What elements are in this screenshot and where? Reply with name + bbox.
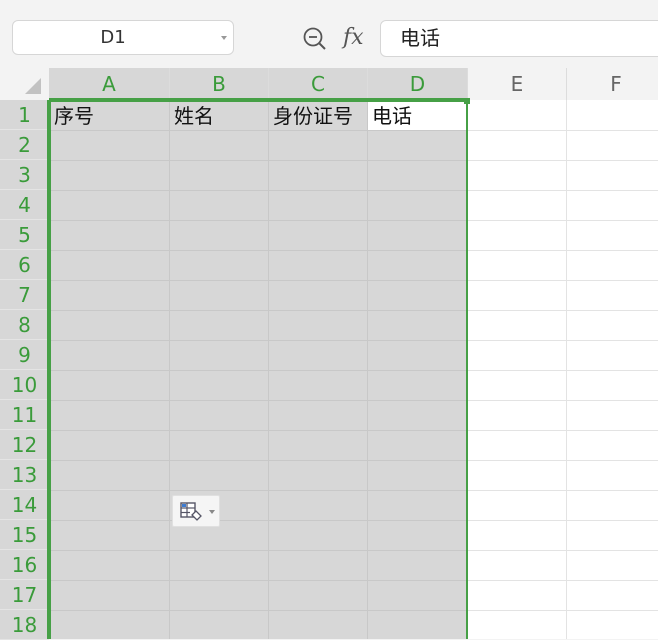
column-header-a[interactable]: A: [49, 68, 170, 100]
row-header-12[interactable]: 12: [0, 430, 49, 460]
row-header-5[interactable]: 5: [0, 220, 49, 250]
row-header-8[interactable]: 8: [0, 310, 49, 340]
fx-icon[interactable]: fx: [343, 22, 369, 54]
formula-value: 电话: [400, 26, 440, 50]
paste-options-button[interactable]: [172, 495, 220, 527]
paste-options-icon: [180, 502, 202, 521]
select-all-corner[interactable]: [0, 68, 49, 100]
row-header-4[interactable]: 4: [0, 190, 49, 220]
zoom-out-icon[interactable]: [302, 26, 328, 52]
row-header-14[interactable]: 14: [0, 490, 49, 520]
column-header-d[interactable]: D: [368, 68, 468, 100]
formula-bar: D1 fx 电话: [0, 0, 658, 68]
row-header-15[interactable]: 15: [0, 520, 49, 550]
name-box-dropdown-icon[interactable]: [221, 36, 227, 40]
row-header-11[interactable]: 11: [0, 400, 49, 430]
row-header-18[interactable]: 18: [0, 610, 49, 640]
column-header-e[interactable]: E: [468, 68, 567, 100]
row-header-7[interactable]: 7: [0, 280, 49, 310]
column-header-b[interactable]: B: [170, 68, 269, 100]
column-header-c[interactable]: C: [269, 68, 368, 100]
spreadsheet-grid: A B C D E F 1 2 3 4 5 6 7 8 9 10 11 12 1…: [0, 68, 658, 640]
fill-handle[interactable]: [464, 98, 470, 104]
name-box-value: D1: [100, 27, 126, 48]
row-header-2[interactable]: 2: [0, 130, 49, 160]
row-header-9[interactable]: 9: [0, 340, 49, 370]
row-header-3[interactable]: 3: [0, 160, 49, 190]
row-header-10[interactable]: 10: [0, 370, 49, 400]
row-header-1[interactable]: 1: [0, 100, 49, 130]
name-box[interactable]: D1: [12, 20, 234, 55]
row-header-6[interactable]: 6: [0, 250, 49, 280]
selection-border: [49, 100, 468, 639]
paste-options-dropdown-icon: [209, 510, 215, 514]
row-header-17[interactable]: 17: [0, 580, 49, 610]
formula-input[interactable]: 电话: [380, 20, 658, 57]
column-header-f[interactable]: F: [567, 68, 658, 100]
row-header-13[interactable]: 13: [0, 460, 49, 490]
row-header-16[interactable]: 16: [0, 550, 49, 580]
